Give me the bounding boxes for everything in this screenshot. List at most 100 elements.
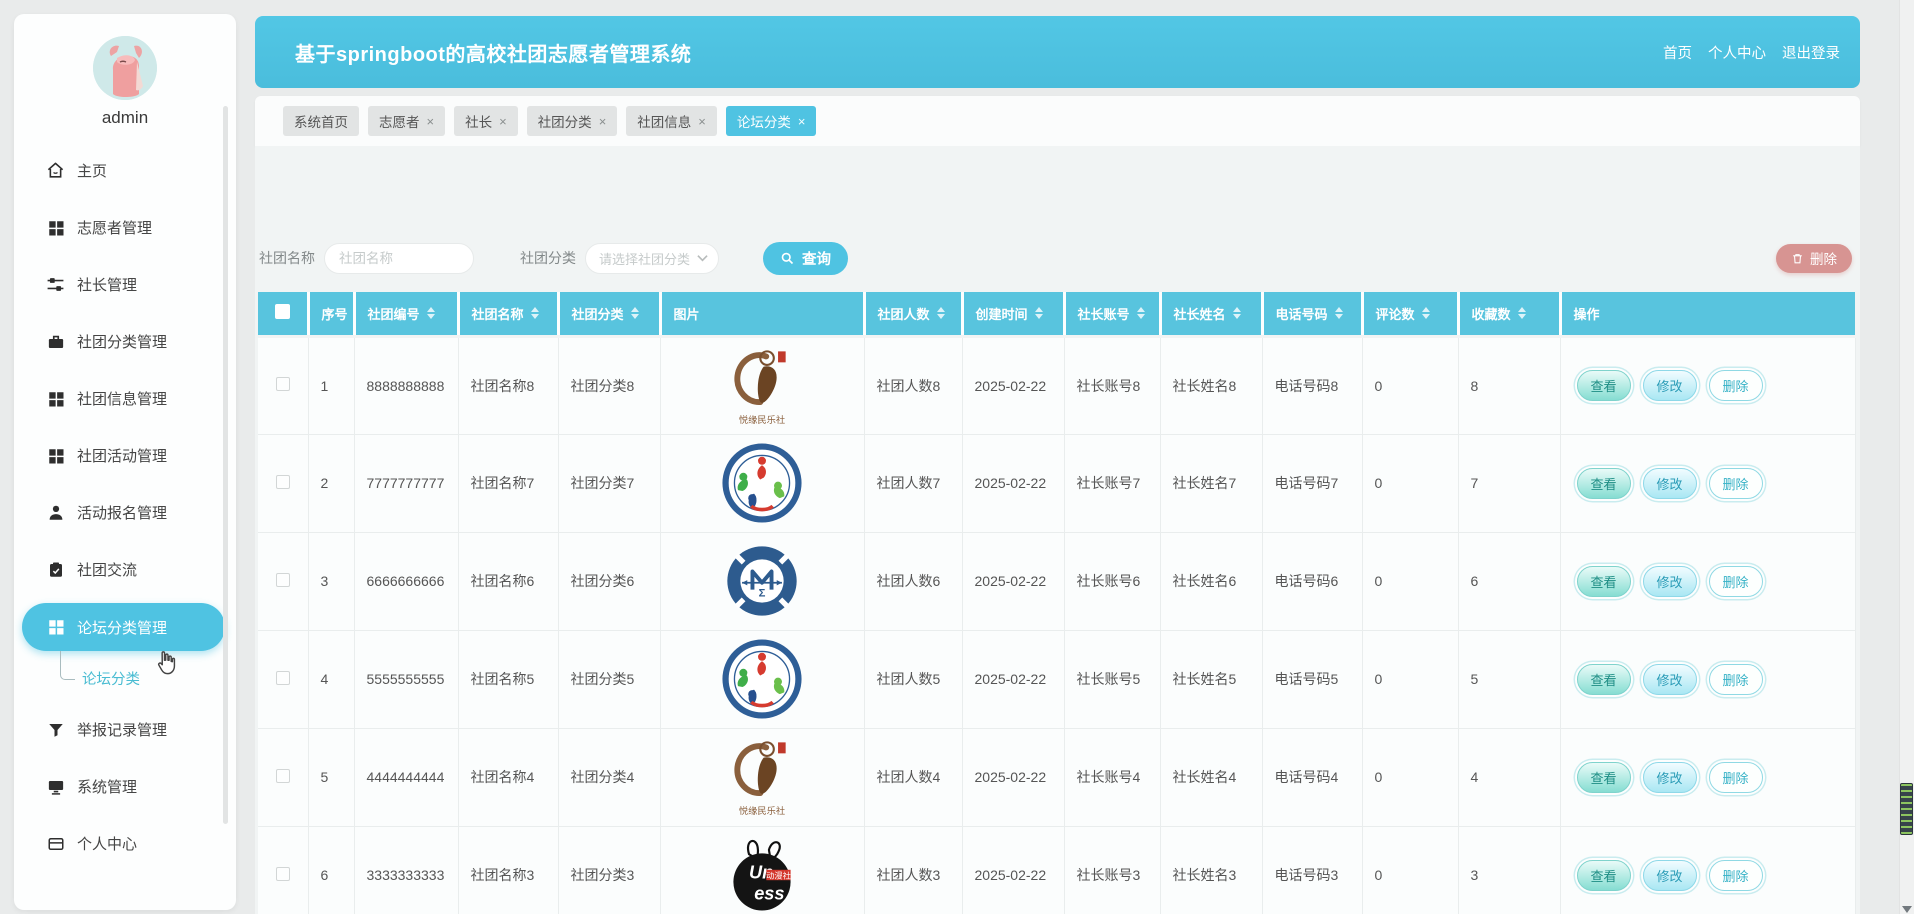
delete-button[interactable]: 删除 (1708, 565, 1763, 597)
edit-button[interactable]: 修改 (1642, 859, 1697, 891)
edit-button[interactable]: 修改 (1642, 663, 1697, 695)
sidebar-item-4[interactable]: 社团信息管理 (14, 370, 236, 427)
delete-button[interactable]: 删除 (1708, 467, 1763, 499)
sidebar-item-label: 活动报名管理 (77, 505, 168, 522)
batch-delete-button[interactable]: 删除 (1776, 243, 1852, 273)
view-button[interactable]: 查看 (1576, 761, 1631, 793)
col-leader-name[interactable]: 社长姓名 (1160, 292, 1264, 338)
view-button[interactable]: 查看 (1576, 370, 1631, 401)
col-comment-count[interactable]: 评论数 (1362, 292, 1460, 338)
sidebar-item-label: 社长管理 (77, 277, 138, 294)
club-name: 社团名称3 (458, 826, 559, 914)
club-category: 社团分类3 (558, 826, 661, 914)
sidebar-item-0[interactable]: 主页 (14, 142, 236, 199)
tab-1[interactable]: 志愿者 × (368, 106, 446, 136)
delete-button[interactable]: 删除 (1708, 761, 1763, 793)
svg-text:ess: ess (754, 883, 784, 903)
sort-icon[interactable] (426, 307, 435, 320)
row-checkbox[interactable] (275, 572, 290, 587)
sidebar-scrollbar[interactable] (223, 106, 228, 824)
sliders-icon (46, 275, 65, 294)
col-created-time[interactable]: 创建时间 (962, 292, 1066, 338)
close-icon[interactable]: × (698, 115, 706, 128)
edit-button[interactable]: 修改 (1642, 467, 1697, 499)
scrollbar-thumb[interactable] (1900, 783, 1913, 835)
sort-icon[interactable] (530, 307, 539, 320)
profile-link[interactable]: 个人中心 (1708, 42, 1766, 63)
row-checkbox[interactable] (275, 866, 290, 881)
sidebar-item-6[interactable]: 活动报名管理 (14, 484, 236, 541)
comment-count: 0 (1362, 630, 1459, 729)
delete-button[interactable]: 删除 (1708, 859, 1763, 891)
main-area: 基于springboot的高校社团志愿者管理系统 首页 个人中心 退出登录 系统首页… (255, 0, 1860, 914)
col-leader-account[interactable]: 社长账号 (1064, 292, 1162, 338)
club-code: 3333333333 (354, 826, 459, 914)
scrollbar-down-arrow-icon[interactable] (1902, 906, 1912, 913)
sidebar-item-10[interactable]: 系统管理 (14, 758, 236, 815)
row-checkbox[interactable] (275, 377, 290, 391)
row-checkbox[interactable] (275, 474, 290, 489)
delete-button[interactable]: 删除 (1708, 663, 1763, 695)
row-checkbox[interactable] (275, 768, 290, 783)
club-name-input[interactable] (324, 242, 474, 274)
club-category-select[interactable]: 请选择社团分类 (585, 242, 719, 274)
sort-icon[interactable] (1232, 307, 1241, 320)
sort-icon[interactable] (1421, 307, 1430, 320)
edit-button[interactable]: 修改 (1642, 370, 1697, 401)
view-button[interactable]: 查看 (1576, 565, 1631, 597)
sidebar-item-9[interactable]: 举报记录管理 (14, 701, 236, 758)
search-icon (780, 251, 795, 266)
sidebar-item-label: 社团分类管理 (77, 334, 168, 351)
sidebar-item-7[interactable]: 社团交流 (14, 541, 236, 598)
sidebar-item-5[interactable]: 社团活动管理 (14, 427, 236, 484)
search-button[interactable]: 查询 (763, 241, 848, 275)
sort-icon[interactable] (1517, 307, 1526, 320)
sidebar-item-3[interactable]: 社团分类管理 (14, 313, 236, 370)
delete-button[interactable]: 删除 (1708, 370, 1763, 401)
tab-4[interactable]: 社团信息 × (626, 106, 717, 136)
view-button[interactable]: 查看 (1576, 467, 1631, 499)
edit-button[interactable]: 修改 (1642, 565, 1697, 597)
column-label: 电话号码 (1275, 306, 1328, 322)
sidebar-item-8[interactable]: 论坛分类管理 (22, 603, 225, 651)
sort-icon[interactable] (630, 307, 639, 320)
row-select-cell (258, 336, 309, 435)
col-club-code[interactable]: 社团编号 (354, 292, 460, 338)
logout-link[interactable]: 退出登录 (1782, 42, 1840, 63)
column-label: 评论数 (1375, 306, 1415, 322)
tab-5[interactable]: 论坛分类 × (725, 106, 817, 136)
sort-icon[interactable] (1034, 307, 1043, 320)
page-scrollbar[interactable] (1899, 0, 1914, 914)
col-member-count[interactable]: 社团人数 (864, 292, 964, 338)
phone-number: 电话号码3 (1262, 826, 1363, 914)
grid-icon (46, 389, 65, 408)
sort-icon[interactable] (1334, 307, 1343, 320)
sidebar-subitem[interactable]: 论坛分类 (14, 651, 236, 701)
close-icon[interactable]: × (499, 115, 507, 128)
tab-3[interactable]: 社团分类 × (526, 106, 618, 136)
col-favorite-count[interactable]: 收藏数 (1458, 292, 1562, 338)
col-phone[interactable]: 电话号码 (1262, 292, 1364, 338)
col-image: 图片 (660, 292, 866, 338)
close-icon[interactable]: × (427, 115, 435, 128)
edit-button[interactable]: 修改 (1642, 761, 1697, 793)
table-row: 2 7777777777 社团名称7 社团分类7 社团人数7 2025-02-22 社长账号… (258, 434, 1856, 533)
close-icon[interactable]: × (599, 115, 607, 128)
tab-0[interactable]: 系统首页 (283, 106, 359, 136)
view-button[interactable]: 查看 (1576, 859, 1631, 891)
member-count: 社团人数5 (864, 630, 963, 729)
sidebar-item-11[interactable]: 个人中心 (14, 815, 236, 872)
sort-icon[interactable] (936, 307, 945, 320)
col-club-name[interactable]: 社团名称 (458, 292, 560, 338)
view-button[interactable]: 查看 (1576, 663, 1631, 695)
select-all-checkbox[interactable] (274, 304, 290, 320)
row-checkbox[interactable] (275, 670, 290, 685)
sidebar-item-2[interactable]: 社长管理 (14, 256, 236, 313)
sort-icon[interactable] (1136, 307, 1145, 320)
close-icon[interactable]: × (798, 115, 806, 128)
sidebar-item-1[interactable]: 志愿者管理 (14, 199, 236, 256)
home-link[interactable]: 首页 (1663, 42, 1692, 63)
tab-2[interactable]: 社长 × (454, 106, 518, 136)
col-club-category[interactable]: 社团分类 (558, 292, 662, 338)
sidebar-item-label: 志愿者管理 (77, 220, 153, 237)
